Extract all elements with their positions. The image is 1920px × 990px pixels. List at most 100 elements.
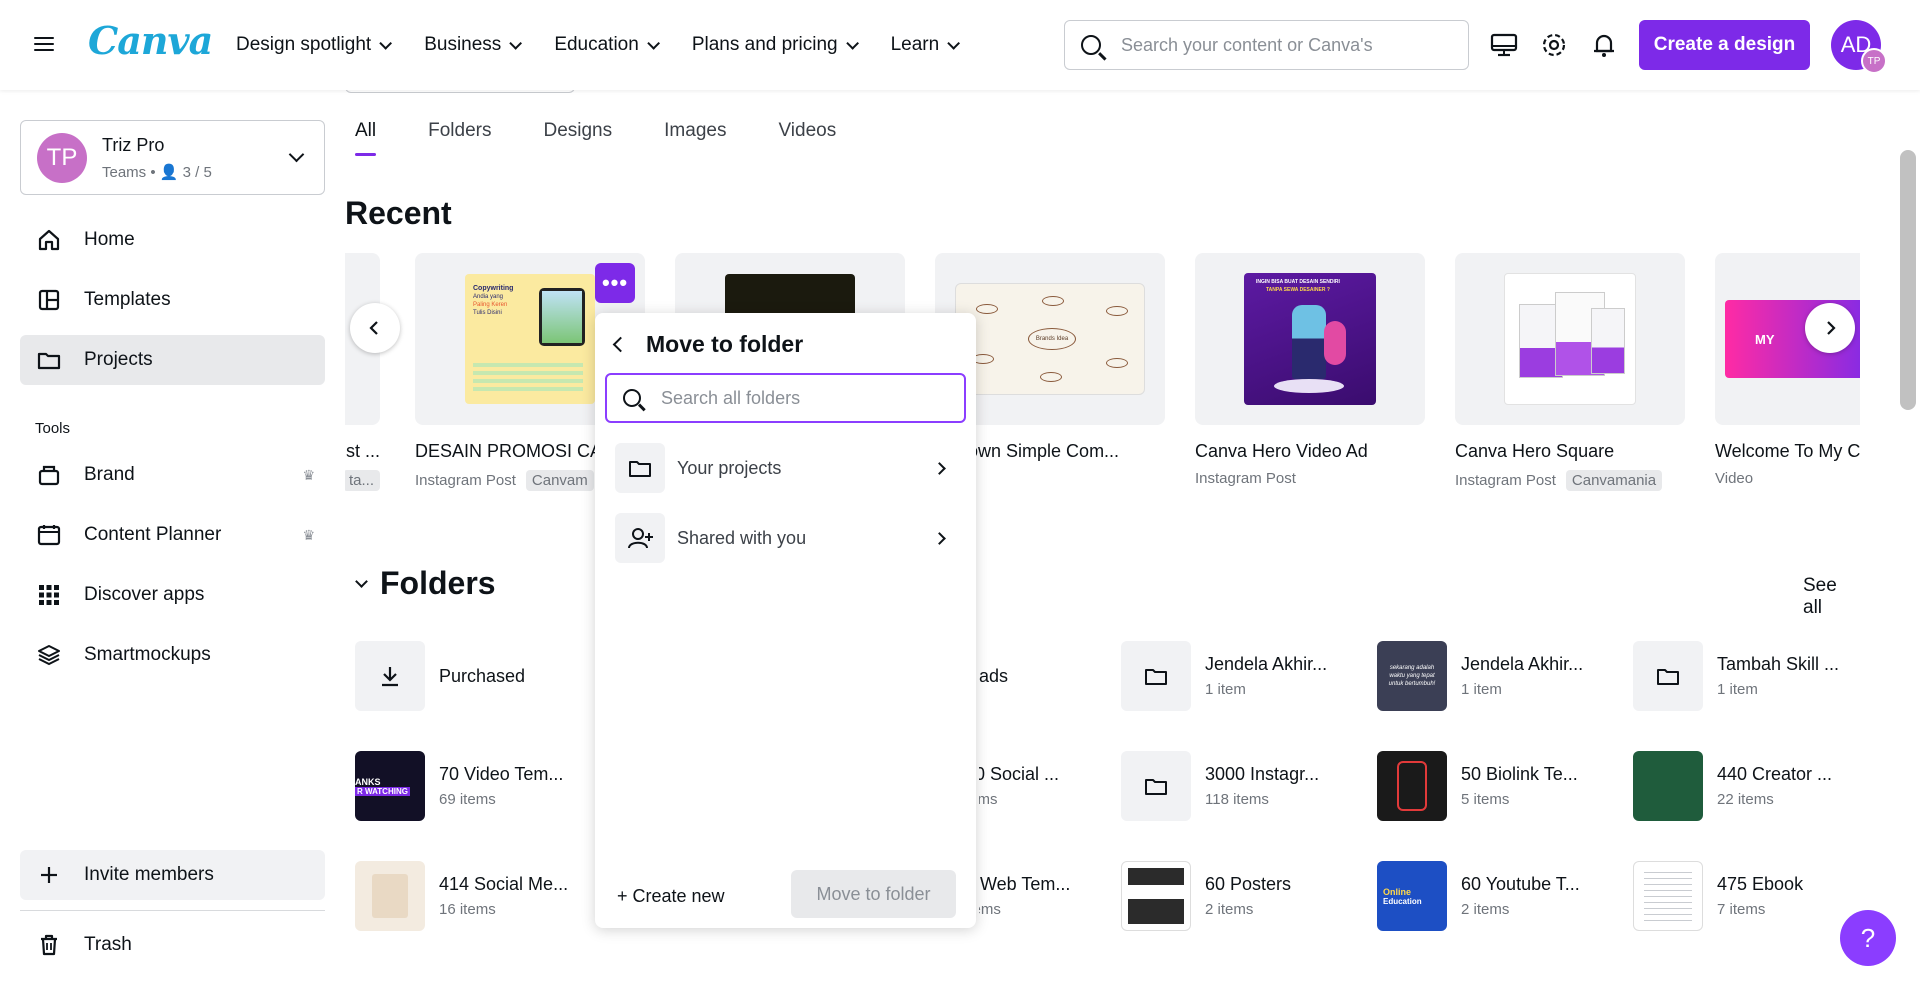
card-meta: Video bbox=[1715, 470, 1860, 487]
sidebar-item-content-planner[interactable]: Content Planner ♛ bbox=[20, 510, 325, 560]
chevron-right-icon bbox=[933, 531, 946, 545]
create-design-button[interactable]: Create a design bbox=[1639, 20, 1810, 70]
recent-card[interactable]: INGIN BISA BUAT DESAIN SENDIRI TANPA SEW… bbox=[1195, 253, 1425, 487]
folders-toggle[interactable]: Folders bbox=[355, 565, 496, 602]
folder-thumbnail bbox=[355, 861, 425, 931]
layers-icon bbox=[38, 645, 60, 666]
folder-name: Tambah Skill ... bbox=[1717, 654, 1840, 674]
main-content: All Folders Designs Images Videos Recent… bbox=[345, 90, 1860, 990]
design-thumbnail bbox=[1455, 253, 1685, 425]
sidebar-item-label: Discover apps bbox=[84, 584, 205, 605]
sidebar-item-templates[interactable]: Templates bbox=[20, 275, 325, 325]
bell-icon[interactable] bbox=[1589, 30, 1619, 60]
folder-item[interactable]: 475 Ebook 7 items bbox=[1633, 861, 1860, 931]
chevron-down-icon bbox=[647, 36, 660, 50]
design-thumbnail: INGIN BISA BUAT DESAIN SENDIRI TANPA SEW… bbox=[1195, 253, 1425, 425]
card-type: Instagram Post bbox=[1195, 470, 1296, 487]
folder-option-label: Your projects bbox=[677, 457, 782, 478]
user-avatar[interactable]: AD TP bbox=[1831, 20, 1887, 74]
card-title: st ... bbox=[345, 441, 380, 461]
folder-item[interactable]: sekarang adalah waktu yang tepat untuk b… bbox=[1377, 641, 1622, 711]
carousel-prev-button[interactable] bbox=[350, 303, 400, 353]
tab-all[interactable]: All bbox=[355, 120, 377, 156]
folder-option-your-projects[interactable]: Your projects bbox=[615, 443, 956, 493]
recent-heading: Recent bbox=[345, 195, 452, 231]
top-bar: Canva Design spotlight Business Educatio… bbox=[0, 0, 1920, 90]
team-switcher[interactable]: TP Triz Pro Teams • 👤 3 / 5 bbox=[20, 120, 325, 195]
sidebar-item-home[interactable]: Home bbox=[20, 215, 325, 265]
nav-learn[interactable]: Learn bbox=[891, 34, 961, 56]
sidebar-item-smartmockups[interactable]: Smartmockups bbox=[20, 630, 325, 680]
mindmap-center: Brands Idea bbox=[1028, 328, 1076, 350]
more-options-button[interactable]: ••• bbox=[595, 263, 635, 303]
chevron-down-icon bbox=[947, 36, 961, 50]
folder-item[interactable]: Purchased bbox=[355, 641, 600, 711]
brand-icon bbox=[38, 465, 60, 486]
sidebar-item-brand[interactable]: Brand ♛ bbox=[20, 450, 325, 500]
card-title: Canva Hero Square bbox=[1455, 441, 1615, 461]
folder-count: 2 items bbox=[1461, 901, 1510, 918]
sidebar-divider bbox=[20, 910, 325, 911]
recent-card[interactable]: MY Welcome To My C Video bbox=[1715, 253, 1860, 487]
invite-members-button[interactable]: Invite members bbox=[20, 850, 325, 900]
mindmap-thumb: Brands Idea bbox=[955, 283, 1145, 395]
folder-icon bbox=[615, 443, 665, 493]
folder-item[interactable]: Jendela Akhir... 1 item bbox=[1121, 641, 1366, 711]
folder-name: 414 Social Me... bbox=[439, 874, 569, 894]
folder-item[interactable]: 440 Creator ... 22 items bbox=[1633, 751, 1860, 821]
page-scrollbar[interactable] bbox=[1900, 150, 1916, 410]
card-tag: Canvam bbox=[525, 470, 594, 491]
nav-plans-pricing[interactable]: Plans and pricing bbox=[692, 34, 859, 56]
tab-folders[interactable]: Folders bbox=[428, 120, 491, 156]
search-icon bbox=[1081, 35, 1101, 55]
tab-videos[interactable]: Videos bbox=[778, 120, 836, 156]
person-graphic bbox=[1292, 305, 1326, 379]
help-button[interactable]: ? bbox=[1840, 910, 1896, 966]
folder-item[interactable]: 60 Posters 2 items bbox=[1121, 861, 1366, 931]
folder-name: Jendela Akhir... bbox=[1461, 654, 1584, 674]
box-graphic bbox=[1591, 308, 1625, 374]
chevron-left-icon bbox=[369, 321, 378, 335]
chevron-right-icon bbox=[933, 461, 946, 475]
recent-card[interactable]: Canva Hero Square Instagram Post Canvaman… bbox=[1455, 253, 1685, 491]
desktop-icon[interactable] bbox=[1489, 30, 1519, 60]
carousel-next-button[interactable] bbox=[1805, 303, 1855, 353]
nav-design-spotlight[interactable]: Design spotlight bbox=[236, 34, 393, 56]
search-input[interactable] bbox=[1121, 34, 1441, 56]
hero-square-thumb bbox=[1504, 273, 1636, 405]
thumb-text: ANKS bbox=[355, 776, 381, 787]
nav-business[interactable]: Business bbox=[424, 34, 523, 56]
tab-images[interactable]: Images bbox=[664, 120, 726, 156]
folder-thumbnail: sekarang adalah waktu yang tepat untuk b… bbox=[1377, 641, 1447, 711]
tab-designs[interactable]: Designs bbox=[543, 120, 612, 156]
folder-item[interactable]: 3000 Instagr... 118 items bbox=[1121, 751, 1366, 821]
nav-education[interactable]: Education bbox=[554, 34, 660, 56]
folder-name: 3000 Instagr... bbox=[1205, 764, 1320, 784]
folder-item[interactable]: Tambah Skill ... 1 item bbox=[1633, 641, 1860, 711]
move-to-folder-button[interactable]: Move to folder bbox=[791, 870, 956, 918]
sidebar-item-trash[interactable]: Trash bbox=[20, 920, 325, 970]
folder-option-shared[interactable]: Shared with you bbox=[615, 513, 956, 563]
folder-item[interactable]: ANKS R WATCHING 70 Video Tem... 69 items bbox=[355, 751, 600, 821]
gear-icon[interactable] bbox=[1539, 30, 1569, 60]
trash-icon bbox=[41, 934, 57, 956]
card-type: Instagram Post bbox=[415, 472, 516, 489]
folder-search-input[interactable] bbox=[661, 387, 941, 409]
see-all-link[interactable]: See all bbox=[1803, 575, 1860, 619]
create-new-folder-button[interactable]: + Create new bbox=[617, 886, 725, 907]
folder-option-label: Shared with you bbox=[677, 527, 807, 548]
folder-search bbox=[605, 373, 966, 423]
back-arrow-icon[interactable] bbox=[612, 336, 629, 353]
sidebar-item-projects[interactable]: Projects bbox=[20, 335, 325, 385]
calendar-icon bbox=[37, 525, 61, 546]
menu-icon[interactable] bbox=[32, 33, 56, 57]
sidebar-item-discover-apps[interactable]: Discover apps bbox=[20, 570, 325, 620]
folder-item[interactable]: 414 Social Me... 16 items bbox=[355, 861, 600, 931]
sidebar-item-label: Home bbox=[84, 229, 135, 250]
sidebar-item-label: Templates bbox=[84, 289, 171, 310]
canva-logo[interactable]: Canva bbox=[88, 18, 213, 63]
folder-item[interactable]: Online Education 60 Youtube T... 2 items bbox=[1377, 861, 1622, 931]
folder-icon bbox=[1633, 641, 1703, 711]
recent-card[interactable]: st ... ta... bbox=[345, 253, 380, 491]
folder-item[interactable]: 50 Biolink Te... 5 items bbox=[1377, 751, 1622, 821]
